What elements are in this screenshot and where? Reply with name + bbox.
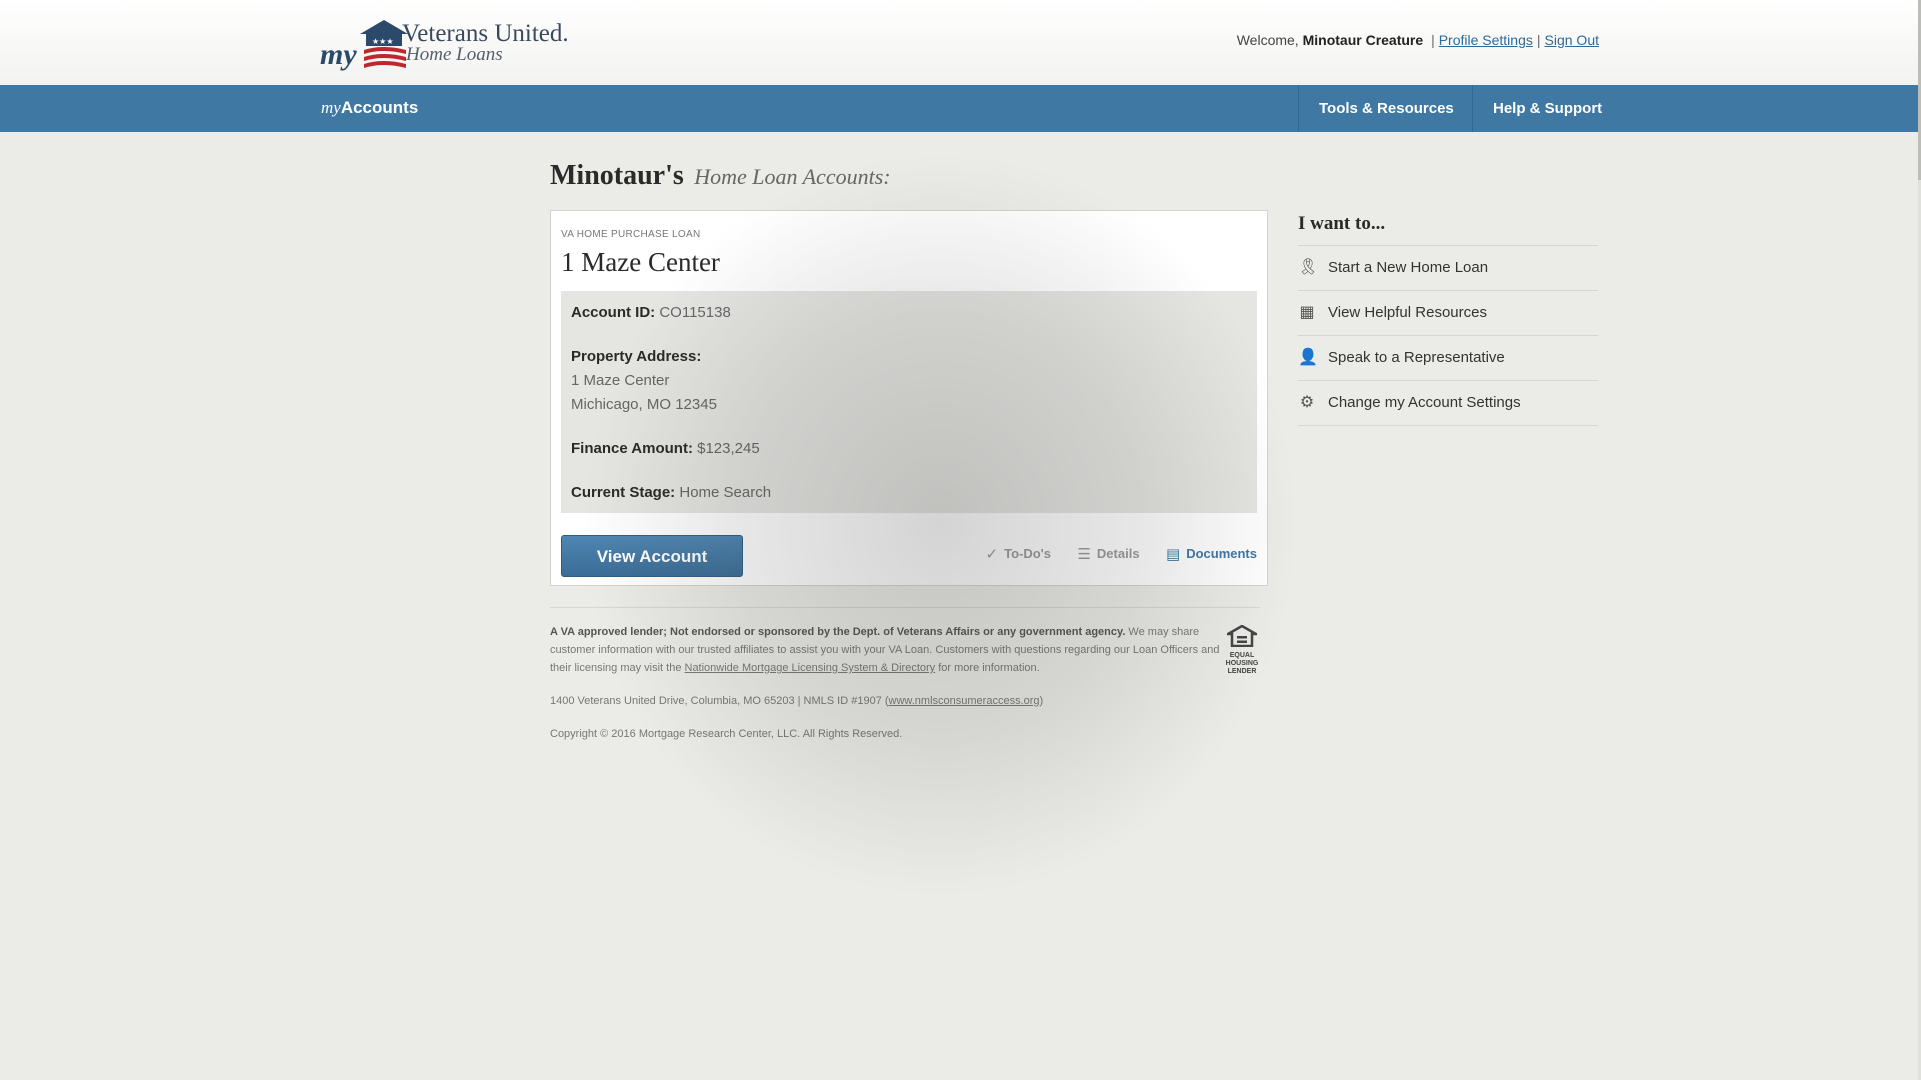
sidebar-item-resources[interactable]: ▦ View Helpful Resources [1298, 291, 1598, 336]
gear-icon: ⚙ [1299, 394, 1315, 411]
sidebar-item-label: Change my Account Settings [1328, 394, 1521, 411]
welcome-text: Welcome, [1236, 32, 1299, 48]
finance-amount-label: Finance Amount: [571, 440, 693, 457]
disclaimer-bold: A VA approved lender; Not endorsed or sp… [550, 626, 1126, 638]
nmls-directory-link[interactable]: Nationwide Mortgage Licensing System & D… [685, 662, 936, 674]
address-end: ) [1039, 695, 1044, 707]
list-icon: ☰ [1077, 546, 1091, 563]
logo-my-mark: my [320, 38, 357, 71]
todos-link[interactable]: ✓ To-Do's [986, 545, 1051, 563]
checkmark-icon: ✓ [985, 546, 999, 563]
sign-out-link[interactable]: Sign Out [1545, 32, 1599, 48]
view-account-button[interactable]: View Account [561, 535, 743, 577]
page-title: Minotaur's Home Loan Accounts: [550, 160, 891, 192]
documents-label: Documents [1186, 546, 1257, 561]
current-stage-value: Home Search [679, 484, 772, 501]
ribbon-icon: 🎗 [1298, 259, 1319, 276]
house-icon [1223, 624, 1261, 648]
svg-text:★★★: ★★★ [372, 37, 394, 46]
sidebar-item-account-settings[interactable]: ⚙ Change my Account Settings [1298, 381, 1598, 426]
current-stage-label: Current Stage: [571, 484, 676, 501]
property-address-row: Property Address: 1 Maze Center Michicag… [571, 345, 1247, 417]
separator: | [1431, 32, 1435, 48]
user-bar: Welcome, Minotaur Creature | Profile Sett… [1237, 32, 1599, 48]
logo-subtitle: Home Loans [406, 44, 503, 65]
main-nav: myAccounts Tools & Resources Help & Supp… [0, 85, 1921, 132]
documents-icon: ▤ [1166, 546, 1181, 563]
footer-copyright: Copyright © 2016 Mortgage Research Cente… [550, 728, 903, 740]
nav-tools-resources[interactable]: Tools & Resources [1298, 85, 1474, 132]
footer-address: 1400 Veterans United Drive, Columbia, MO… [550, 692, 1220, 710]
sidebar-item-label: Speak to a Representative [1328, 349, 1505, 366]
documents-link[interactable]: ▤ Documents [1166, 545, 1257, 563]
separator: | [1536, 32, 1541, 48]
details-link[interactable]: ☰ Details [1077, 545, 1139, 563]
sidebar-item-label: View Helpful Resources [1328, 304, 1487, 321]
person-icon: 👤 [1298, 349, 1318, 366]
finance-amount-value: $123,245 [697, 440, 760, 457]
my-accounts-link[interactable]: myAccounts [321, 98, 418, 118]
account-details-panel: Account ID: CO115138 Property Address: 1… [561, 291, 1257, 513]
address-text: 1400 Veterans United Drive, Columbia, MO… [550, 695, 889, 707]
user-name: Minotaur Creature [1302, 32, 1424, 48]
loan-type: VA HOME PURCHASE LOAN [561, 229, 701, 240]
sidebar-item-start-loan[interactable]: 🎗 Start a New Home Loan [1298, 246, 1598, 291]
sidebar-item-label: Start a New Home Loan [1328, 259, 1489, 276]
address-line1: 1 Maze Center [571, 372, 670, 389]
address-line2: Michicago, MO 12345 [571, 396, 717, 413]
loan-name: 1 Maze Center [561, 247, 720, 277]
property-address-label: Property Address: [571, 348, 702, 365]
nav-help-support[interactable]: Help & Support [1472, 85, 1622, 132]
nmls-consumer-link[interactable]: www.nmlsconsumeraccess.org [889, 695, 1040, 707]
account-id-label: Account ID: [571, 304, 656, 321]
loan-account-card: VA HOME PURCHASE LOAN 1 Maze Center Acco… [550, 210, 1268, 586]
veterans-united-logo[interactable]: ★★★ my Veterans United. Home Loans [320, 18, 580, 78]
nav-brand-my: my [321, 98, 341, 117]
site-header: ★★★ my Veterans United. Home Loans Welco… [0, 0, 1921, 86]
profile-settings-link[interactable]: Profile Settings [1439, 32, 1533, 48]
nav-brand-accounts: Accounts [340, 98, 419, 117]
sidebar-item-representative[interactable]: 👤 Speak to a Representative [1298, 336, 1598, 381]
disclaimer-end: for more information. [935, 662, 1040, 674]
current-stage-row: Current Stage: Home Search [571, 481, 1247, 505]
todos-label: To-Do's [1004, 546, 1052, 561]
account-id-row: Account ID: CO115138 [571, 301, 1247, 325]
ehl-label: EQUAL HOUSING LENDER [1225, 652, 1259, 675]
details-label: Details [1096, 546, 1140, 561]
page-title-sub: Home Loan Accounts: [694, 164, 891, 189]
equal-housing-lender-logo: EQUAL HOUSING LENDER [1223, 624, 1261, 675]
newspaper-icon: ▦ [1299, 304, 1315, 321]
footer-disclaimer: A VA approved lender; Not endorsed or sp… [550, 623, 1220, 677]
account-id-value: CO115138 [659, 304, 731, 321]
page-footer: A VA approved lender; Not endorsed or sp… [550, 607, 1260, 758]
finance-amount-row: Finance Amount: $123,245 [571, 437, 1247, 461]
sidebar-title: I want to... [1298, 210, 1598, 246]
page-title-name: Minotaur's [550, 160, 684, 191]
i-want-to-sidebar: I want to... 🎗 Start a New Home Loan ▦ Vie… [1298, 210, 1598, 426]
card-links: ✓ To-Do's ☰ Details ▤ Documents [964, 545, 1257, 563]
